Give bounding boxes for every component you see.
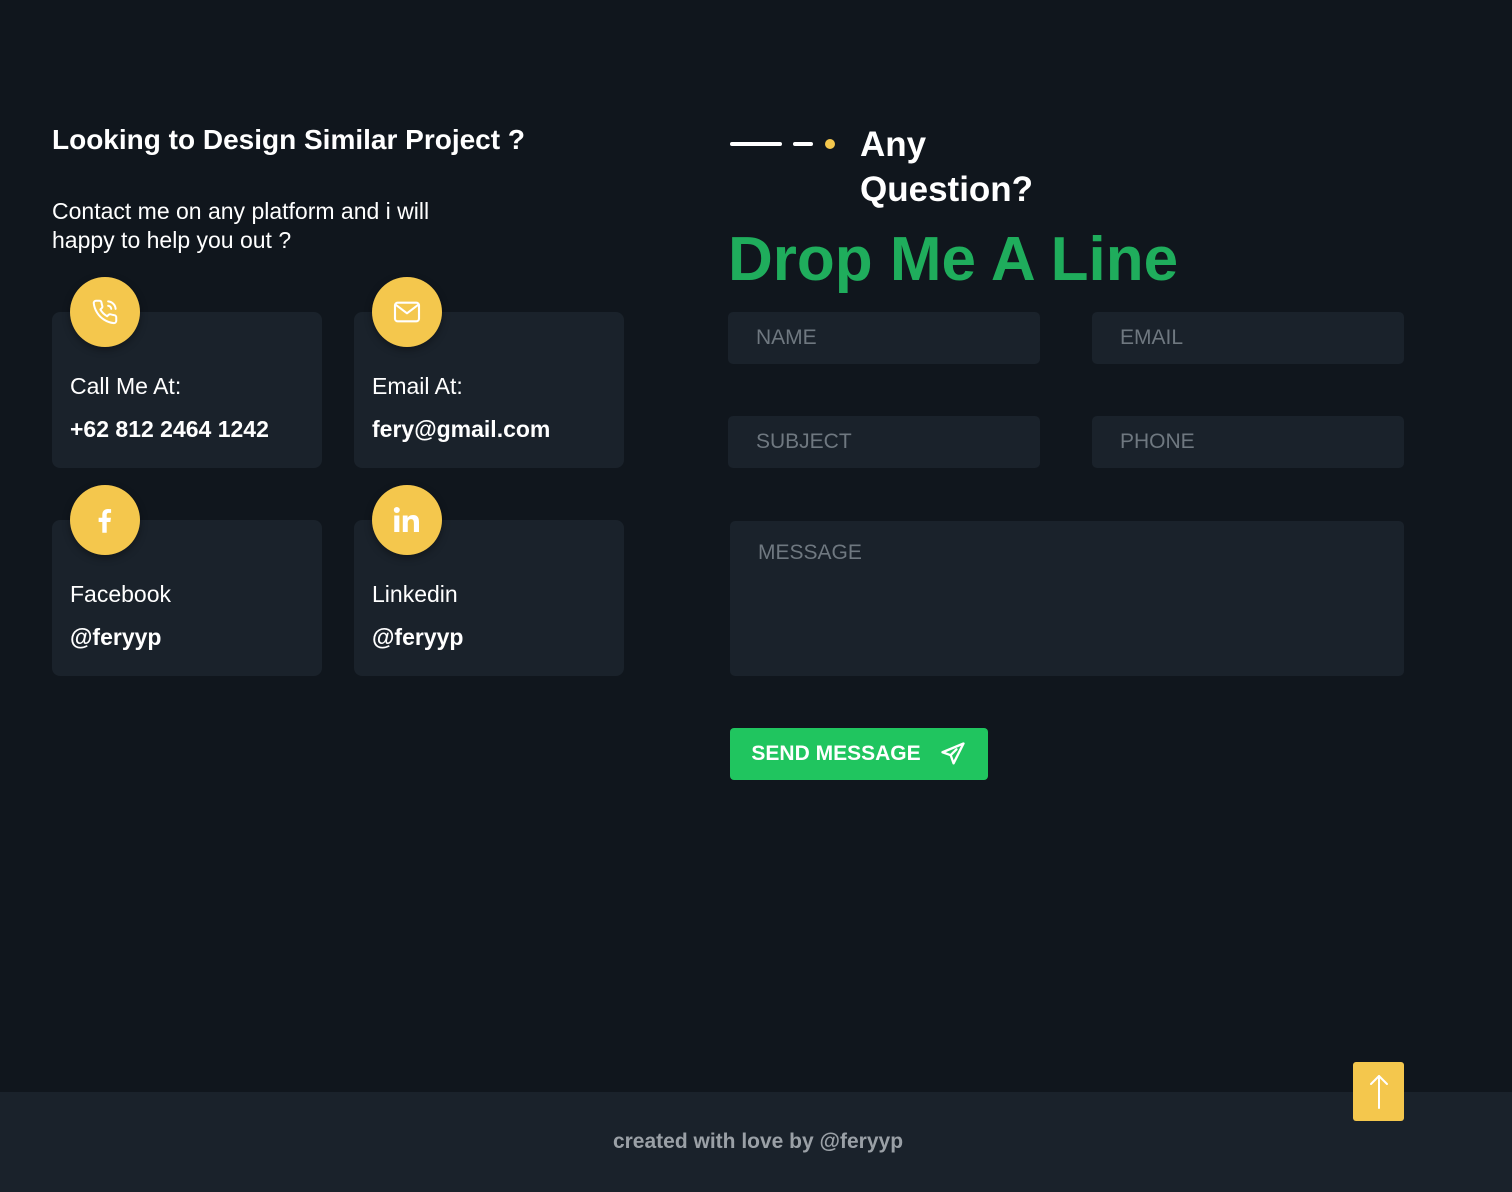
send-message-label: SEND MESSAGE [751, 742, 921, 765]
phone-icon [70, 277, 140, 347]
card-label: Facebook [70, 581, 172, 607]
contact-card-linkedin[interactable]: Linkedin @feryyp [354, 485, 624, 676]
form-subtitle: Any Question? [860, 125, 1034, 209]
email-input[interactable] [1092, 312, 1404, 364]
subject-input[interactable] [728, 416, 1040, 468]
contact-card-phone[interactable]: Call Me At: +62 812 2464 1242 [52, 277, 322, 468]
phone-input[interactable] [1092, 416, 1404, 468]
card-label: Email At: [372, 373, 463, 399]
footer: created with love by @feryyp [0, 1092, 1512, 1192]
paper-plane-icon [940, 742, 965, 765]
linkedin-icon [372, 485, 442, 555]
contact-description: Contact me on any platform and i will ha… [52, 198, 430, 253]
email-address[interactable]: fery@gmail.com [372, 416, 550, 443]
card-label: Call Me At: [70, 373, 182, 399]
facebook-handle[interactable]: @feryyp [70, 624, 161, 651]
decorative-dash-line [730, 139, 835, 149]
scroll-to-top-button[interactable] [1353, 1062, 1404, 1121]
linkedin-handle[interactable]: @feryyp [372, 624, 463, 651]
envelope-icon [372, 277, 442, 347]
message-textarea[interactable] [730, 521, 1404, 676]
facebook-icon [70, 485, 140, 555]
contact-page: Looking to Design Similar Project ? Cont… [0, 0, 1512, 1192]
arrow-up-icon [1369, 1074, 1388, 1109]
contact-title: Looking to Design Similar Project ? [52, 124, 525, 155]
form-title: Drop Me A Line [728, 225, 1179, 294]
contact-card-facebook[interactable]: Facebook @feryyp [52, 485, 322, 676]
send-message-button[interactable]: SEND MESSAGE [730, 728, 988, 780]
card-label: Linkedin [372, 581, 458, 607]
footer-credit: created with love by @feryyp [612, 1130, 904, 1153]
name-input[interactable] [728, 312, 1040, 364]
phone-number[interactable]: +62 812 2464 1242 [70, 416, 269, 443]
contact-card-email[interactable]: Email At: fery@gmail.com [354, 277, 624, 468]
